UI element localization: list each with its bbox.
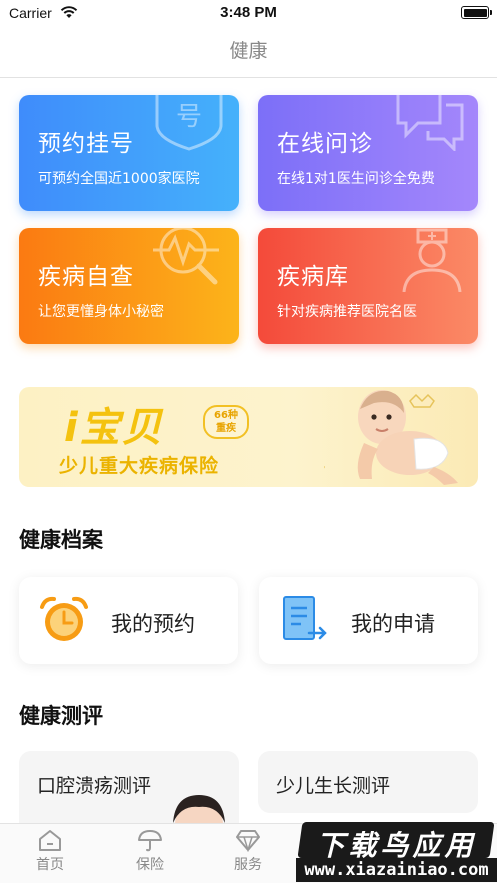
- tab-label: 首页: [36, 857, 64, 873]
- document-export-icon: [283, 596, 327, 640]
- tile-subtitle: 让您更懂身体小秘密: [38, 304, 164, 320]
- tab-label: 服务: [234, 857, 262, 873]
- disease-library-tile[interactable]: 疾病库 针对疾病推荐医院名医: [258, 228, 478, 344]
- section-title-health-records: 健康档案: [19, 528, 103, 552]
- doctor-icon: [402, 228, 462, 292]
- page-title: 健康: [229, 40, 268, 62]
- tile-subtitle: 针对疾病推荐医院名医: [277, 304, 417, 320]
- magnifier-pulse-icon: [153, 228, 219, 285]
- tile-title: 在线问诊: [277, 131, 373, 157]
- clock: 3:48 PM: [220, 4, 277, 21]
- chat-bubbles-icon: [396, 95, 464, 151]
- badge-line: 66种: [214, 410, 238, 421]
- tab-label: 保险: [136, 857, 164, 873]
- eval-label: 少儿生长测评: [276, 775, 391, 797]
- diamond-icon: [236, 830, 260, 852]
- number-tag-icon: 号: [155, 95, 223, 151]
- umbrella-icon: [138, 830, 162, 852]
- tab-services[interactable]: 服务: [208, 828, 288, 874]
- battery-icon: [461, 6, 492, 19]
- banner-brand: i宝贝: [64, 405, 164, 451]
- my-applications-card[interactable]: 我的申请: [259, 577, 478, 664]
- child-growth-eval-card[interactable]: 少儿生长测评: [258, 751, 478, 813]
- baby-illustration: [324, 390, 458, 485]
- section-title-health-evaluation: 健康测评: [19, 704, 103, 728]
- alarm-clock-icon: [40, 596, 88, 641]
- tile-subtitle: 在线1对1医生问诊全免费: [277, 171, 435, 187]
- eval-label: 口腔溃疡测评: [37, 775, 152, 797]
- my-appointments-card[interactable]: 我的预约: [19, 577, 238, 664]
- watermark-url: www.xiazainiao.com: [296, 858, 497, 882]
- tile-subtitle: 可预约全国近1000家医院: [38, 171, 200, 187]
- tab-insurance[interactable]: 保险: [110, 828, 190, 874]
- nav-divider: [0, 77, 497, 78]
- tile-title: 疾病库: [277, 264, 349, 290]
- banner-tagline: 少儿重大疾病保险: [59, 455, 220, 477]
- online-consult-tile[interactable]: 在线问诊 在线1对1医生问诊全免费: [258, 95, 478, 211]
- status-bar: Carrier 3:48 PM: [0, 0, 497, 26]
- appointment-tile[interactable]: 号 预约挂号 可预约全国近1000家医院: [19, 95, 239, 211]
- card-label: 我的预约: [111, 612, 195, 636]
- tab-home[interactable]: 首页: [10, 828, 90, 874]
- self-check-tile[interactable]: 疾病自查 让您更懂身体小秘密: [19, 228, 239, 344]
- watermark-logo: 下载鸟应用 www.xiazainiao.com: [296, 820, 497, 883]
- banner-badge: 66种 重疾: [203, 405, 249, 439]
- tile-title: 预约挂号: [38, 131, 134, 157]
- home-icon: [39, 830, 61, 851]
- insurance-banner[interactable]: i宝贝 66种 重疾 少儿重大疾病保险: [19, 387, 478, 487]
- badge-line: 重疾: [216, 423, 236, 434]
- card-label: 我的申请: [351, 612, 435, 636]
- tile-title: 疾病自查: [38, 264, 134, 290]
- svg-text:号: 号: [176, 102, 202, 132]
